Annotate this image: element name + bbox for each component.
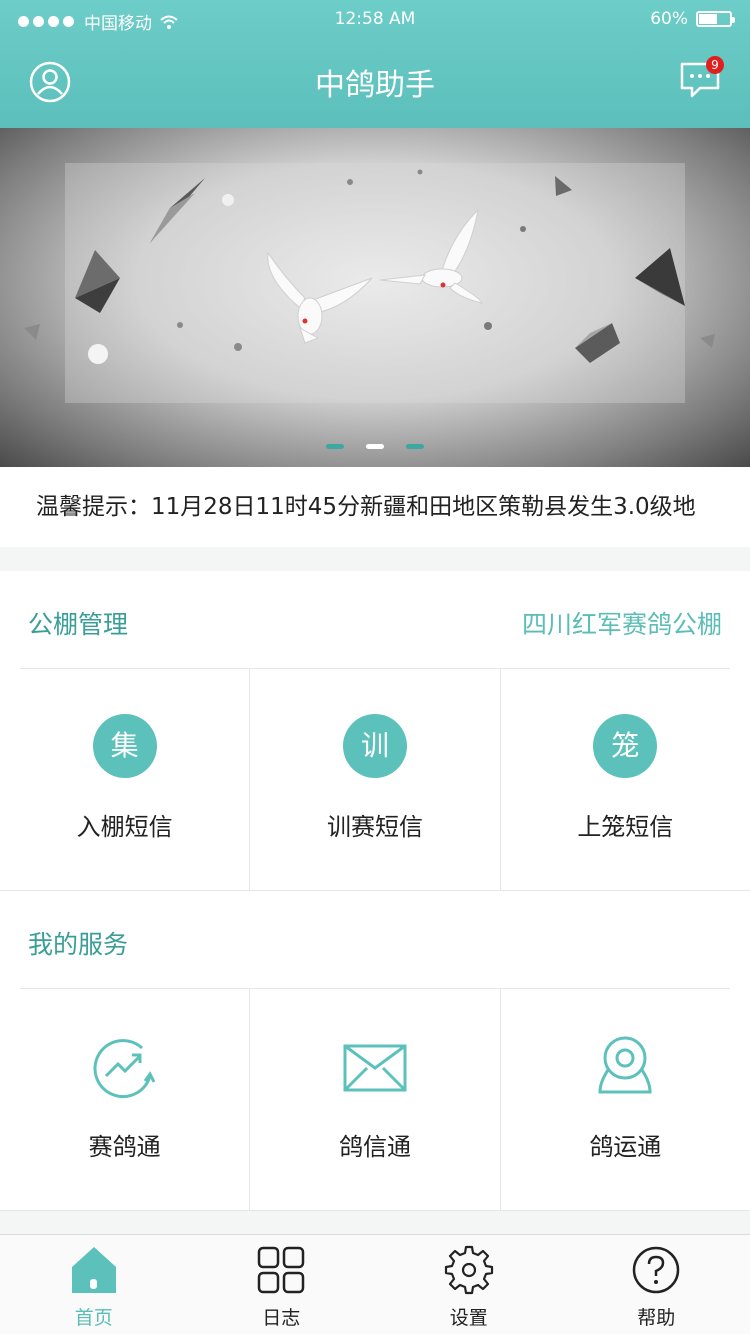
tab-label: 首页 bbox=[74, 1307, 113, 1329]
cell-label: 鸽运通 bbox=[589, 1133, 662, 1161]
loft-actions-grid: 集 入棚短信 训 训赛短信 笼 上笼短信 bbox=[0, 669, 750, 891]
pager-dot[interactable] bbox=[366, 444, 384, 449]
app-header: 中国移动 12:58 AM 60% 中鸽助手 9 bbox=[0, 0, 750, 128]
battery-tip bbox=[732, 17, 735, 23]
tab-log[interactable]: 日志 bbox=[188, 1235, 376, 1334]
cage-icon: 笼 bbox=[593, 714, 658, 778]
section-header: 公棚管理 四川红军赛鸽公棚 bbox=[20, 571, 730, 669]
banner-carousel[interactable] bbox=[0, 128, 750, 467]
cell-label: 赛鸽通 bbox=[88, 1133, 161, 1161]
tab-bar: 首页 日志 设置 帮助 bbox=[0, 1234, 750, 1334]
help-icon bbox=[633, 1246, 680, 1294]
status-bar: 中国移动 12:58 AM 60% bbox=[0, 0, 750, 40]
race-pigeon-service-button[interactable]: 赛鸽通 bbox=[0, 989, 251, 1211]
envelope-icon bbox=[343, 1044, 407, 1092]
pager-dot[interactable] bbox=[326, 444, 344, 449]
loft-name-link[interactable]: 四川红军赛鸽公棚 bbox=[522, 605, 722, 641]
loft-management-section: 公棚管理 四川红军赛鸽公棚 集 入棚短信 训 训赛短信 笼 上笼短信 bbox=[0, 571, 750, 891]
camera-icon bbox=[598, 1036, 652, 1094]
battery-fill bbox=[699, 14, 717, 24]
page-title: 中鸽助手 bbox=[315, 68, 435, 103]
services-grid: 赛鸽通 鸽信通 鸽运通 bbox=[0, 989, 750, 1211]
banner-pager[interactable] bbox=[0, 444, 750, 449]
battery-icon bbox=[696, 11, 735, 27]
my-services-section: 我的服务 赛鸽通 鸽信通 鸽运通 bbox=[0, 891, 750, 1211]
battery-percent: 60% bbox=[650, 9, 688, 29]
basketing-sms-button[interactable]: 笼 上笼短信 bbox=[500, 669, 750, 891]
cell-label: 鸽信通 bbox=[338, 1133, 411, 1161]
status-time: 12:58 AM bbox=[334, 9, 416, 29]
tab-settings[interactable]: 设置 bbox=[375, 1235, 563, 1334]
training-sms-button[interactable]: 训 训赛短信 bbox=[250, 669, 501, 891]
tab-home[interactable]: 首页 bbox=[0, 1235, 188, 1334]
section-title: 公棚管理 bbox=[28, 610, 129, 639]
cell-label: 上笼短信 bbox=[577, 813, 674, 841]
tab-help[interactable]: 帮助 bbox=[563, 1235, 750, 1334]
cell-label: 入棚短信 bbox=[76, 813, 173, 841]
message-badge: 9 bbox=[706, 56, 724, 74]
tab-label: 帮助 bbox=[637, 1307, 676, 1329]
status-right: 60% bbox=[650, 9, 735, 29]
section-title: 我的服务 bbox=[28, 930, 129, 959]
grid-icon bbox=[258, 1246, 305, 1294]
banner-image bbox=[24, 163, 715, 403]
train-icon: 训 bbox=[342, 714, 407, 778]
pigeon-message-service-button[interactable]: 鸽信通 bbox=[250, 989, 501, 1211]
pigeon-transport-service-button[interactable]: 鸽运通 bbox=[500, 989, 750, 1211]
gather-icon: 集 bbox=[92, 714, 157, 778]
loft-entry-sms-button[interactable]: 集 入棚短信 bbox=[0, 669, 251, 891]
gear-icon bbox=[444, 1245, 493, 1295]
notice-marquee[interactable]: 温馨提示：11月28日11时45分新疆和田地区策勒县发生3.0级地 bbox=[0, 467, 750, 547]
trend-chart-icon bbox=[93, 1039, 155, 1099]
messages-button[interactable]: 9 bbox=[678, 56, 724, 102]
pager-dot[interactable] bbox=[406, 444, 424, 449]
section-header: 我的服务 bbox=[20, 891, 730, 989]
cell-label: 训赛短信 bbox=[326, 813, 423, 841]
tab-label: 日志 bbox=[262, 1307, 301, 1329]
home-icon bbox=[71, 1247, 116, 1293]
tab-label: 设置 bbox=[449, 1307, 488, 1329]
